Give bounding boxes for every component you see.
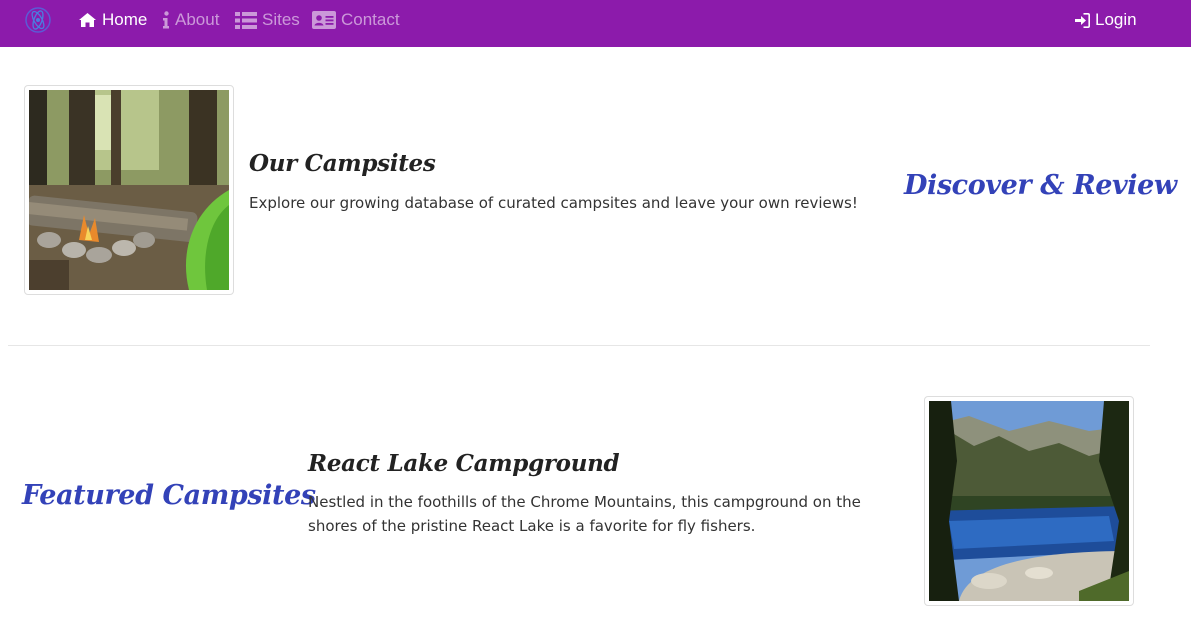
info-icon [162,11,170,29]
nav-sites-label: Sites [262,10,300,29]
nav-contact-link[interactable]: Contact [312,9,400,31]
top-navbar: Home About Sites Contact Login [0,0,1191,47]
featured-campsites-heading: Featured Campsites [22,480,316,511]
featured-text: Nestled in the foothills of the Chrome M… [308,493,861,535]
sign-in-icon [1075,12,1090,28]
intro-title: Our Campsites [249,150,436,177]
login-link[interactable]: Login [1075,9,1137,31]
login-label: Login [1095,10,1137,29]
discover-review-heading: Discover & Review [904,170,1177,201]
mountain-lake-photo [924,396,1134,606]
nav-contact-label: Contact [341,10,400,29]
id-card-icon [312,11,336,29]
nav-home-label: Home [102,10,148,29]
list-icon [235,11,257,29]
featured-title: React Lake Campground [308,450,620,477]
campfire-and-tent-photo [24,85,234,295]
intro-text: Explore our growing database of curated … [249,194,858,212]
section-divider [8,345,1150,346]
nav-home-link[interactable]: Home [78,9,147,31]
nav-about-label: About [175,10,220,29]
home-icon [78,12,97,28]
nav-about-link[interactable]: About [162,9,219,31]
nav-sites-link[interactable]: Sites [235,9,300,31]
reactjs-logo-icon[interactable] [25,7,51,33]
